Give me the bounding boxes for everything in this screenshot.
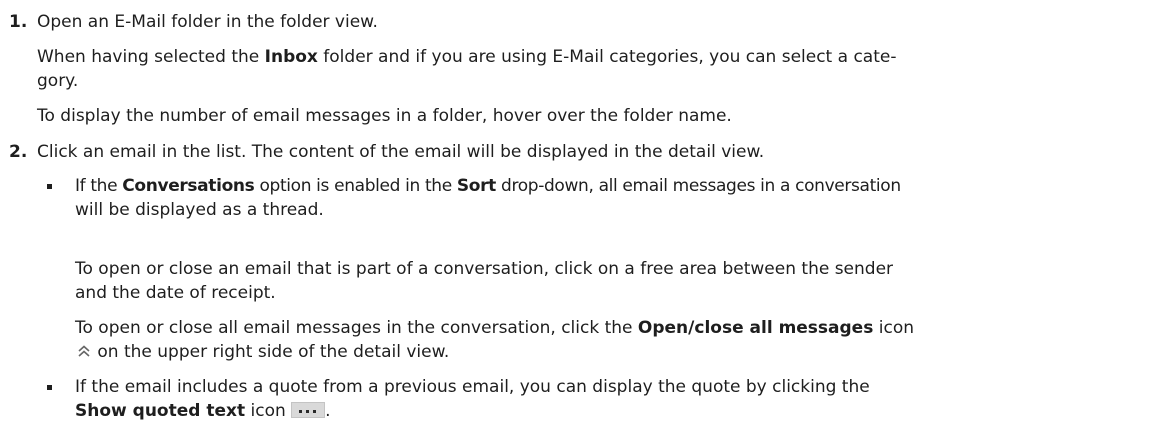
bullet-marker [47,184,52,189]
bullet-text-cont: will be displayed as a thread. [75,200,324,220]
bullet-marker [47,385,52,390]
step-paragraph: To display the number of email messages … [37,106,732,126]
bullet-text: If the email includes a quote from a pre… [75,377,870,397]
ellipsis-icon [291,402,326,418]
inbox-term: Inbox [264,47,318,67]
step-text: Open an E-Mail folder in the folder view… [37,12,378,32]
conversations-term: Conversations [122,176,255,196]
bullet-paragraph: To open or close an email that is part o… [75,259,894,279]
bullet-text: If the Conversations option is enabled i… [75,176,901,196]
step-number: 1. [9,12,28,32]
step-2: 2. Click an email in the list. The conte… [0,140,1157,164]
bullet-paragraph: To open or close all email messages in t… [75,318,914,338]
double-chevron-up-icon [78,345,90,357]
step-1: 1. Open an E-Mail folder in the folder v… [0,10,1157,34]
bullet-item: If the Conversations option is enabled i… [37,174,1157,222]
bullet-text-cont: Show quoted text icon . [75,401,331,421]
step-paragraph: When having selected the Inbox folder an… [37,47,897,67]
sort-term: Sort [456,176,496,196]
bullet-paragraph-cont: and the date of receipt. [75,283,276,303]
open-close-all-term: Open/close all messages [637,318,874,338]
bullet-paragraph-cont: on the upper right side of the detail vi… [75,340,449,364]
step-text: Click an email in the list. The content … [37,142,765,162]
step-number: 2. [9,142,28,162]
show-quoted-text-term: Show quoted text [75,401,246,421]
bullet-item: If the email includes a quote from a pre… [37,375,1157,423]
step-paragraph-cont: gory. [37,71,79,91]
